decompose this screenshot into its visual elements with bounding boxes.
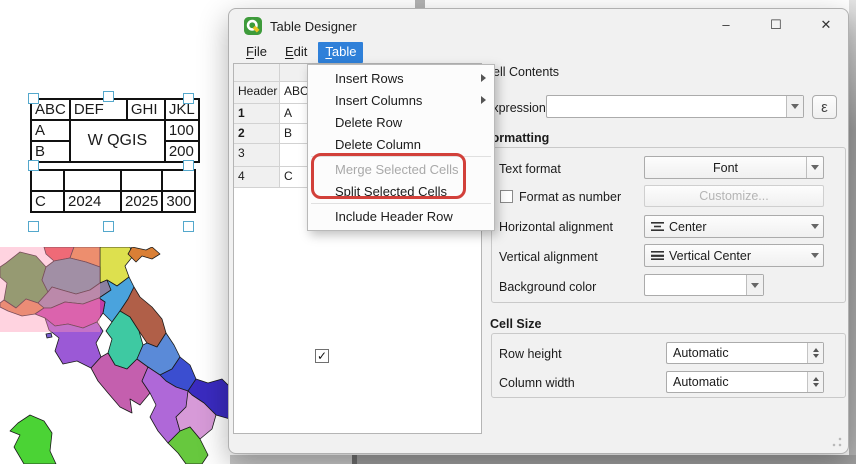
vertical-alignment-label: Vertical alignment <box>499 250 598 264</box>
vertical-alignment-select[interactable]: Vertical Center <box>644 244 824 267</box>
preview-cell <box>31 170 64 191</box>
format-as-number-checkbox[interactable] <box>500 190 513 203</box>
scrollbar-track[interactable] <box>230 455 352 464</box>
chevron-down-icon[interactable] <box>786 96 803 117</box>
horizontal-alignment-value: Center <box>669 220 806 234</box>
menu-item-label: Insert Rows <box>335 71 404 86</box>
table-designer-dialog: Table Designer – ☐ ✕ File Edit Table A H… <box>228 8 849 454</box>
selection-handle[interactable] <box>28 221 39 232</box>
selection-handle[interactable] <box>28 93 39 104</box>
selection-handle[interactable] <box>103 91 114 102</box>
scrollbar-handle[interactable] <box>352 455 357 464</box>
menu-item-insert-rows[interactable]: Insert Rows <box>308 67 494 89</box>
selection-handle[interactable] <box>103 221 114 232</box>
selection-handle[interactable] <box>183 160 194 171</box>
menu-item-label: Delete Row <box>335 115 402 130</box>
font-button[interactable]: Font <box>644 156 824 179</box>
submenu-arrow-icon <box>481 74 486 82</box>
preview-cell: 200 <box>165 141 199 162</box>
cell-contents-title: Cell Contents <box>484 65 559 79</box>
row-height-label: Row height <box>499 347 562 361</box>
chevron-down-icon[interactable] <box>806 245 823 266</box>
layout-horizontal-scrollbar[interactable] <box>230 455 856 464</box>
preview-table-lower: C 2024 2025 300 <box>30 169 196 213</box>
menu-item-delete-row[interactable]: Delete Row <box>308 111 494 133</box>
canvas-background-strip <box>849 0 856 464</box>
preview-cell <box>162 170 195 191</box>
preview-cell: DEF <box>70 99 127 120</box>
preview-cell: C <box>31 191 64 212</box>
preview-cell: 2024 <box>64 191 121 212</box>
submenu-arrow-icon <box>481 96 486 104</box>
customize-button[interactable]: Customize... <box>644 185 824 207</box>
preview-cell: B <box>31 141 70 162</box>
chevron-down-icon[interactable] <box>806 157 823 178</box>
selection-handle[interactable] <box>28 160 39 171</box>
column-width-value: Automatic <box>667 375 807 389</box>
preview-cell: 100 <box>165 120 199 141</box>
checked-checkbox-icon: ✓ <box>315 349 329 363</box>
row-height-spinbox[interactable]: Automatic <box>666 342 824 364</box>
map-region <box>128 247 160 262</box>
expression-combobox[interactable] <box>546 95 804 118</box>
preview-table-item[interactable]: ABC DEF GHI JKL A W QGIS 100 B 200 C 202… <box>0 0 228 247</box>
cell-size-title: Cell Size <box>490 317 541 331</box>
preview-cell: 300 <box>162 191 195 212</box>
spinner-arrows-icon[interactable] <box>807 343 823 363</box>
menu-item-label: Include Header Row <box>335 209 453 224</box>
text-format-label: Text format <box>499 162 561 176</box>
row-height-value: Automatic <box>667 346 807 360</box>
chevron-down-icon[interactable] <box>746 275 763 295</box>
column-width-spinbox[interactable]: Automatic <box>666 371 824 393</box>
preview-table-upper: ABC DEF GHI JKL A W QGIS 100 B 200 <box>30 98 200 163</box>
menu-item-delete-column[interactable]: Delete Column <box>308 133 494 155</box>
preview-cell <box>64 170 121 191</box>
menu-item-label: Insert Columns <box>335 93 422 108</box>
preview-cell <box>121 170 162 191</box>
menu-item-include-header-row[interactable]: ✓ Include Header Row <box>308 205 494 227</box>
expression-builder-button[interactable]: ε <box>812 95 837 119</box>
preview-merged-cell: W QGIS <box>70 120 165 162</box>
align-center-icon <box>651 221 664 232</box>
preview-cell: A <box>31 120 70 141</box>
epsilon-icon: ε <box>821 99 828 116</box>
map-region <box>46 333 52 338</box>
chevron-down-icon[interactable] <box>806 216 823 237</box>
spinner-arrows-icon[interactable] <box>807 372 823 392</box>
vertical-center-icon <box>651 250 664 261</box>
table-menu-popup: Insert Rows Insert Columns Delete Row De… <box>307 64 495 231</box>
background-color-label: Background color <box>499 280 596 294</box>
customize-button-label: Customize... <box>645 189 823 203</box>
map-region <box>10 415 56 464</box>
preview-cell: 2025 <box>121 191 162 212</box>
menu-separator <box>311 203 491 204</box>
resize-grip[interactable] <box>831 436 843 448</box>
selection-handle[interactable] <box>183 221 194 232</box>
font-button-label: Font <box>645 161 806 175</box>
vertical-alignment-value: Vertical Center <box>669 249 806 263</box>
horizontal-alignment-select[interactable]: Center <box>644 215 824 238</box>
format-as-number-label: Format as number <box>519 190 621 204</box>
layout-map-item[interactable] <box>0 247 230 464</box>
preview-cell: GHI <box>127 99 165 120</box>
annotation-red-rectangle <box>311 153 466 199</box>
column-width-label: Column width <box>499 376 575 390</box>
background-color-button[interactable] <box>644 274 764 296</box>
menu-item-insert-columns[interactable]: Insert Columns <box>308 89 494 111</box>
selection-handle[interactable] <box>183 93 194 104</box>
menu-item-label: Delete Column <box>335 137 421 152</box>
map-highlight-overlay <box>0 247 100 332</box>
horizontal-alignment-label: Horizontal alignment <box>499 220 613 234</box>
